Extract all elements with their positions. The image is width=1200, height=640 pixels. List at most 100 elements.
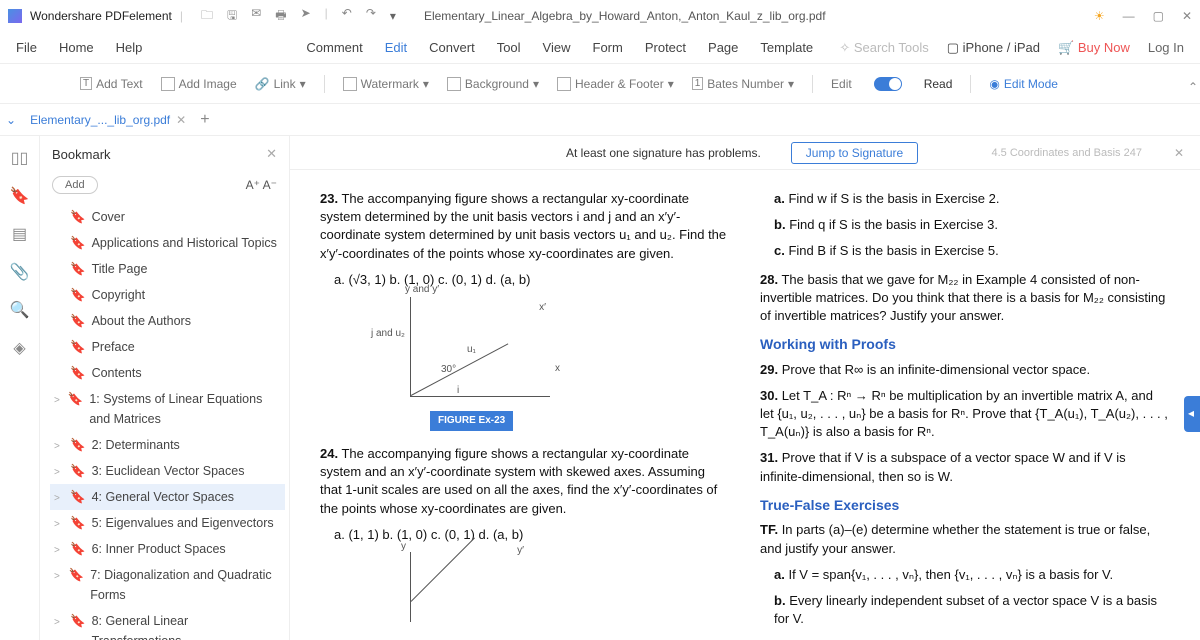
figure-23: y and y′ j and u₂ u₁ 30° x i x′: [380, 297, 730, 397]
menu-page[interactable]: Page: [708, 40, 738, 55]
menu-bar: File Home Help Comment Edit Convert Tool…: [0, 32, 1200, 64]
document-title: Elementary_Linear_Algebra_by_Howard_Anto…: [424, 9, 826, 23]
figure-24: y y′: [380, 552, 730, 622]
menu-view[interactable]: View: [543, 40, 571, 55]
bookmark-item[interactable]: >🔖4: General Vector Spaces: [50, 484, 285, 510]
page-view: At least one signature has problems. Jum…: [290, 136, 1200, 640]
new-tab-button[interactable]: +: [200, 111, 209, 129]
bookmark-item[interactable]: 🔖Cover: [50, 204, 285, 230]
q24-text: The accompanying figure shows a rectangu…: [320, 446, 717, 516]
tab-close-icon[interactable]: ✕: [176, 113, 186, 127]
add-text-button[interactable]: TAdd Text: [80, 77, 143, 91]
bookmark-item[interactable]: 🔖Title Page: [50, 256, 285, 282]
q28-text: The basis that we gave for M₂₂ in Exampl…: [760, 272, 1165, 323]
background-button[interactable]: Background ▾: [447, 77, 539, 91]
theme-icon[interactable]: ☀: [1094, 9, 1105, 23]
font-size-controls[interactable]: A⁺ A⁻: [246, 178, 277, 192]
menu-form[interactable]: Form: [593, 40, 623, 55]
document-content: 23. The accompanying figure shows a rect…: [290, 170, 1200, 640]
menu-template[interactable]: Template: [760, 40, 813, 55]
minimize-icon[interactable]: ―: [1123, 9, 1135, 23]
close-icon[interactable]: ✕: [1182, 9, 1192, 23]
menu-edit[interactable]: Edit: [385, 40, 407, 55]
q29-text: Prove that R∞ is an infinite-dimensional…: [782, 362, 1090, 377]
figure-label: FIGURE Ex-23: [430, 411, 513, 431]
q24-options: a. (1, 1) b. (1, 0) c. (0, 1) d. (a, b): [334, 526, 730, 544]
bookmark-item[interactable]: >🔖8: General Linear Transformations: [50, 608, 285, 640]
left-rail: ▯▯ 🔖 ▤ 📎 🔍 ◈: [0, 136, 40, 640]
menu-convert[interactable]: Convert: [429, 40, 475, 55]
attachment-icon[interactable]: 📎: [10, 262, 30, 282]
add-image-button[interactable]: Add Image: [161, 77, 237, 91]
save-icon[interactable]: 🖫: [227, 6, 237, 27]
redo-icon[interactable]: ↷: [366, 6, 376, 27]
share-icon[interactable]: ➤: [301, 6, 311, 27]
bookmark-item[interactable]: >🔖1: Systems of Linear Equations and Mat…: [50, 386, 285, 432]
sidebar-title: Bookmark: [52, 147, 111, 162]
bookmark-item[interactable]: 🔖Copyright: [50, 282, 285, 308]
q31-text: Prove that if V is a subspace of a vecto…: [760, 450, 1126, 483]
bookmark-item[interactable]: 🔖About the Authors: [50, 308, 285, 334]
print-icon[interactable]: 🖶: [275, 6, 286, 27]
menu-file[interactable]: File: [16, 40, 37, 55]
heading-proofs: Working with Proofs: [760, 335, 1170, 355]
signature-message: At least one signature has problems.: [566, 146, 761, 160]
header-footer-button[interactable]: Header & Footer ▾: [557, 77, 674, 91]
menu-protect[interactable]: Protect: [645, 40, 686, 55]
right-panel-handle[interactable]: ◂: [1184, 396, 1200, 432]
title-bar: Wondershare PDFelement | 🗀 🖫 ✉ 🖶 ➤ | ↶ ↷…: [0, 0, 1200, 32]
q23-text: The accompanying figure shows a rectangu…: [320, 191, 726, 261]
app-name: Wondershare PDFelement: [30, 9, 172, 23]
bookmark-item[interactable]: >🔖7: Diagonalization and Quadratic Forms: [50, 562, 285, 608]
app-logo: [8, 9, 22, 23]
titlebar-icons: 🗀 🖫 ✉ 🖶 ➤ | ↶ ↷: [201, 6, 376, 27]
edit-mode-toggle[interactable]: [874, 77, 902, 91]
document-tab[interactable]: Elementary_..._lib_org.pdf ✕: [22, 109, 194, 131]
q30-text: Let T_A : Rⁿ → Rⁿ be multiplication by a…: [760, 388, 1168, 439]
undo-icon[interactable]: ↶: [342, 6, 352, 27]
window-controls: ☀ ― ▢ ✕: [1094, 9, 1192, 23]
sigbar-close-icon[interactable]: ✕: [1174, 146, 1184, 160]
edit-toolbar: TAdd Text Add Image 🔗 Link ▾ Watermark ▾…: [0, 64, 1200, 104]
bookmark-item[interactable]: 🔖Applications and Historical Topics: [50, 230, 285, 256]
jump-to-signature-button[interactable]: Jump to Signature: [791, 142, 918, 164]
tab-label: Elementary_..._lib_org.pdf: [30, 113, 170, 127]
sidebar-close-icon[interactable]: ✕: [266, 146, 277, 162]
watermark-button[interactable]: Watermark ▾: [343, 77, 429, 91]
page-indicator: 4.5 Coordinates and Basis 247: [992, 147, 1142, 159]
bookmark-list: 🔖Cover🔖Applications and Historical Topic…: [40, 204, 289, 640]
q23-options: a. (√3, 1) b. (1, 0) c. (0, 1) d. (a, b): [334, 271, 730, 289]
signature-bar: At least one signature has problems. Jum…: [290, 136, 1200, 170]
add-bookmark-button[interactable]: Add: [52, 176, 98, 194]
bookmark-item[interactable]: 🔖Contents: [50, 360, 285, 386]
bookmark-item[interactable]: >🔖3: Euclidean Vector Spaces: [50, 458, 285, 484]
bookmark-item[interactable]: >🔖6: Inner Product Spaces: [50, 536, 285, 562]
menu-tool[interactable]: Tool: [497, 40, 521, 55]
collapse-caret[interactable]: ⌃: [1188, 80, 1198, 94]
edit-label: Edit: [831, 77, 852, 91]
search-icon[interactable]: 🔍: [10, 300, 30, 320]
tab-bar: ⌄ Elementary_..._lib_org.pdf ✕ +: [0, 104, 1200, 136]
annotation-icon[interactable]: ▤: [12, 224, 27, 244]
menu-comment[interactable]: Comment: [306, 40, 362, 55]
menu-home[interactable]: Home: [59, 40, 94, 55]
maximize-icon[interactable]: ▢: [1153, 9, 1164, 23]
bookmark-item[interactable]: >🔖2: Determinants: [50, 432, 285, 458]
search-tools[interactable]: ✧ Search Tools: [839, 40, 928, 56]
bates-button[interactable]: 1Bates Number ▾: [692, 77, 794, 91]
bookmark-sidebar: Bookmark ✕ Add A⁺ A⁻ 🔖Cover🔖Applications…: [40, 136, 290, 640]
iphone-link[interactable]: ▢ iPhone / iPad: [947, 40, 1040, 56]
login-link[interactable]: Log In: [1148, 40, 1184, 55]
link-button[interactable]: 🔗 Link ▾: [255, 77, 306, 91]
buy-now[interactable]: 🛒 Buy Now: [1058, 40, 1130, 56]
bookmark-item[interactable]: >🔖5: Eigenvalues and Eigenvectors: [50, 510, 285, 536]
read-label: Read: [924, 77, 953, 91]
layers-icon[interactable]: ◈: [13, 338, 25, 358]
edit-mode-button[interactable]: ◉ Edit Mode: [989, 77, 1058, 91]
mail-icon[interactable]: ✉: [251, 6, 261, 27]
bookmark-icon[interactable]: 🔖: [10, 186, 30, 206]
thumbnail-icon[interactable]: ▯▯: [11, 148, 29, 168]
folder-icon[interactable]: 🗀: [201, 6, 213, 27]
menu-help[interactable]: Help: [116, 40, 143, 55]
bookmark-item[interactable]: 🔖Preface: [50, 334, 285, 360]
